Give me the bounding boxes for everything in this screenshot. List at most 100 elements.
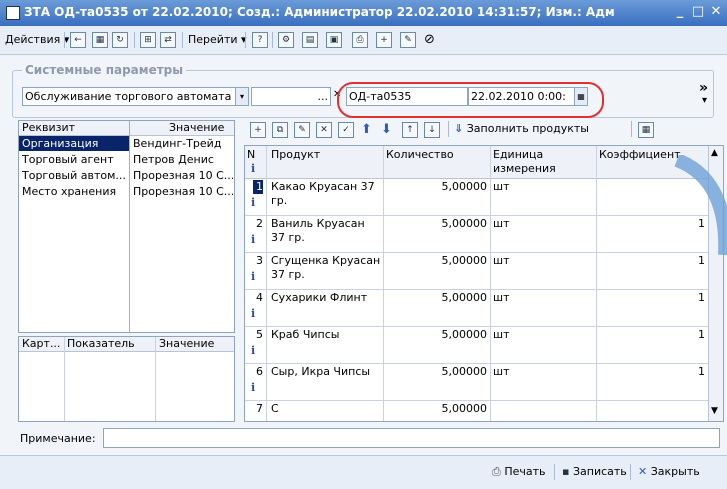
row-n: 4 [256, 291, 263, 304]
fill-products-label: Заполнить продукты [466, 122, 589, 135]
goto-label: Перейти [188, 33, 238, 46]
table-row[interactable]: 3 i Сгущенка Круасан 37 гр. 5,00000 шт 1 [245, 253, 708, 290]
edit-button[interactable]: ✎ [400, 31, 416, 49]
fill-products-button[interactable]: ⇓ Заполнить продукты [454, 122, 589, 135]
view-button[interactable]: ▦ [92, 31, 108, 49]
row-coef: 1 [698, 291, 705, 304]
help-button[interactable]: ? [252, 31, 268, 49]
row-qty: 5,00000 [441, 291, 488, 304]
row-product: С [271, 402, 279, 415]
card-col-card: Карт... [22, 337, 61, 350]
toolbar-separator [245, 32, 246, 48]
row-unit: шт [493, 328, 510, 341]
toolbar-separator [64, 32, 65, 48]
movements-button[interactable]: ⇄ [160, 31, 176, 49]
props-row-label: Торговый агент [22, 153, 114, 166]
props-col-attribute: Реквизит [22, 121, 76, 134]
props-row-value[interactable]: Вендинг-Трейд [133, 137, 233, 151]
movements-icon: ⇄ [160, 32, 176, 48]
row-unit: шт [493, 217, 510, 230]
products-table: N i Продукт Количество Единица измерения… [244, 145, 724, 422]
chevron-down-icon[interactable]: ▾ [235, 88, 248, 105]
minimize-button[interactable]: _ [672, 4, 688, 20]
end-edit-icon[interactable]: ✓ [338, 122, 354, 138]
operation-select[interactable]: Обслуживание торгового автомата ▾ [22, 87, 249, 106]
table-row[interactable]: 1 i Какао Круасан 37 гр. 5,00000 шт [245, 179, 708, 216]
fill-down-icon: ⇓ [454, 122, 464, 135]
reference-field[interactable]: ... [251, 87, 331, 106]
add-button[interactable]: + [376, 31, 392, 49]
table-row[interactable]: 7 С 5,00000 [245, 401, 708, 421]
copy-row-icon[interactable]: ⧉ [272, 122, 288, 138]
print-form-icon: ⎙ [352, 32, 368, 48]
props-row-value[interactable]: Прорезная 10 С... [133, 169, 233, 183]
props-row-value[interactable]: Прорезная 10 С... [133, 185, 233, 199]
info-icon: i [251, 162, 256, 175]
info-icon[interactable]: i [251, 233, 255, 246]
post-back-button[interactable]: ← [70, 31, 86, 49]
sort-asc-icon[interactable]: ↑ [402, 122, 418, 138]
card-header: Карт... Показатель Значение [19, 337, 234, 352]
info-icon[interactable]: i [251, 307, 255, 320]
report-icon: ▣ [326, 32, 342, 48]
row-product: Краб Чипсы [271, 328, 340, 341]
card-divider [155, 337, 156, 421]
products-header: N i Продукт Количество Единица измерения… [245, 146, 708, 179]
scroll-down-icon[interactable]: ▼ [711, 406, 718, 416]
move-down-icon[interactable]: ⬇ [381, 122, 392, 137]
settings-icon: ⚙ [278, 32, 294, 48]
actions-menu-button[interactable]: Действия ▾ [5, 31, 69, 49]
move-up-icon[interactable]: ⬆ [361, 122, 372, 137]
info-icon[interactable]: i [251, 270, 255, 283]
close-window-button[interactable]: ✕ [708, 4, 724, 20]
table-icon: ▤ [302, 32, 318, 48]
table-row[interactable]: 6 i Сыр, Икра Чипсы 5,00000 шт 1 [245, 364, 708, 401]
table-row[interactable]: 4 i Сухарики Флинт 5,00000 шт 1 [245, 290, 708, 327]
add-row-icon[interactable]: + [250, 122, 266, 138]
row-n: 7 [256, 402, 263, 415]
save-button[interactable]: ▪ Записать [562, 465, 627, 478]
settings-button[interactable]: ⚙ [278, 31, 294, 49]
structure-button[interactable]: ⊞ [140, 31, 156, 49]
table-row[interactable]: 2 i Ваниль Круасан 37 гр. 5,00000 шт 1 [245, 216, 708, 253]
chevron-down-icon[interactable]: ▾ [702, 95, 707, 106]
edit-row-icon[interactable]: ✎ [294, 122, 310, 138]
row-product: Какао Круасан 37 гр. [271, 180, 375, 207]
row-coef: 1 [698, 328, 705, 341]
table-row[interactable]: 5 i Краб Чипсы 5,00000 шт 1 [245, 327, 708, 364]
maximize-button[interactable]: □ [690, 4, 706, 20]
system-params-legend: Системные параметры [22, 63, 187, 77]
card-divider [64, 337, 65, 421]
row-unit: шт [493, 365, 510, 378]
props-row-value[interactable]: Петров Денис [133, 153, 233, 167]
note-input[interactable] [103, 428, 720, 448]
structure-icon: ⊞ [140, 32, 156, 48]
info-icon[interactable]: i [251, 344, 255, 357]
info-icon[interactable]: i [251, 381, 255, 394]
ellipsis-button[interactable]: ... [318, 88, 329, 105]
more-button[interactable]: » [699, 80, 708, 96]
sort-desc-icon[interactable]: ↓ [424, 122, 440, 138]
title-bar: ЗТА ОД-та0535 от 22.02.2010; Созд.: Адми… [0, 0, 727, 26]
calculator-icon[interactable]: ▦ [638, 122, 654, 138]
goto-menu-button[interactable]: Перейти ▾ [188, 31, 247, 49]
report-button[interactable]: ▣ [326, 31, 342, 49]
print-preview-button[interactable]: ⎙ [352, 31, 368, 49]
products-toolbar: + ⧉ ✎ ✕ ✓ ⬆ ⬇ ↑ ↓ ⇓ Заполнить продукты ▦ [250, 119, 710, 141]
delete-row-icon[interactable]: ✕ [316, 122, 332, 138]
props-row-label: Место хранения [22, 185, 117, 198]
row-product: Сгущенка Круасан 37 гр. [271, 254, 381, 281]
info-icon[interactable]: i [251, 196, 255, 209]
table-button[interactable]: ▤ [302, 31, 318, 49]
refresh-button[interactable]: ↻ [112, 31, 128, 49]
print-label: Печать [504, 465, 546, 478]
print-button[interactable]: ⎙ Печать [492, 465, 545, 479]
props-divider [129, 121, 130, 332]
row-unit: шт [493, 254, 510, 267]
row-qty: 5,00000 [441, 328, 488, 341]
bottom-bar: ⎙ Печать ▪ Записать ✕ Закрыть [0, 455, 727, 489]
row-qty: 5,00000 [441, 180, 488, 193]
attach-button[interactable]: ⊘ [424, 31, 435, 49]
close-button[interactable]: ✕ Закрыть [638, 465, 700, 478]
toolbar-separator [554, 464, 555, 480]
